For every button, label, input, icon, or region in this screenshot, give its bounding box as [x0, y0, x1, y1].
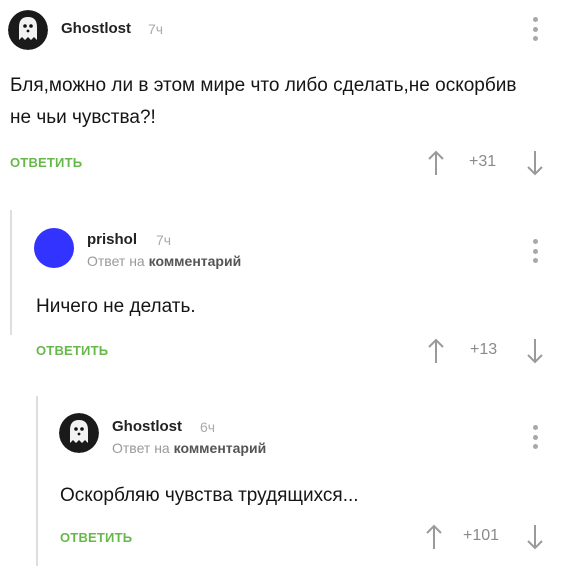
ghost-icon [8, 10, 48, 50]
upvote-arrow-icon[interactable] [427, 338, 445, 364]
comment-time: 7ч [156, 232, 172, 248]
reply-to-link[interactable]: комментарий [174, 440, 267, 456]
more-menu-icon[interactable] [529, 239, 541, 263]
comment-score: +101 [463, 527, 500, 544]
blue-circle-avatar[interactable] [34, 228, 74, 268]
comment-score: +13 [470, 341, 498, 358]
comment-time: 6ч [200, 419, 216, 435]
reply-to-prefix: Ответ на [112, 440, 170, 456]
reply-to-line: Ответ на комментарий [112, 440, 266, 456]
reply-to-line: Ответ на комментарий [87, 253, 241, 269]
comment-text: Бля,можно ли в этом мире что либо сделат… [10, 75, 517, 128]
ghost-icon [59, 413, 99, 453]
comment-score: +31 [469, 153, 497, 170]
upvote-arrow-icon[interactable] [427, 150, 445, 176]
reply-button[interactable]: ОТВЕТИТЬ [60, 530, 132, 545]
username[interactable]: Ghostlost [112, 418, 182, 435]
reply-to-link[interactable]: комментарий [149, 253, 242, 269]
thread-line-level-2 [36, 396, 38, 566]
reply-button[interactable]: ОТВЕТИТЬ [36, 343, 108, 358]
ghost-avatar[interactable] [59, 413, 99, 453]
comment-text: Ничего не делать. [36, 296, 196, 317]
username[interactable]: Ghostlost [61, 20, 131, 37]
downvote-arrow-icon[interactable] [526, 524, 544, 550]
username[interactable]: prishol [87, 231, 137, 248]
reply-button[interactable]: ОТВЕТИТЬ [10, 155, 82, 170]
thread-line-level-1 [10, 210, 12, 335]
downvote-arrow-icon[interactable] [526, 338, 544, 364]
more-menu-icon[interactable] [529, 17, 541, 41]
downvote-arrow-icon[interactable] [526, 150, 544, 176]
comment-text: Оскорбляю чувства трудящихся... [60, 485, 359, 506]
more-menu-icon[interactable] [529, 425, 541, 449]
ghost-avatar[interactable] [8, 10, 48, 50]
reply-to-prefix: Ответ на [87, 253, 145, 269]
upvote-arrow-icon[interactable] [425, 524, 443, 550]
comment-time: 7ч [148, 21, 164, 37]
